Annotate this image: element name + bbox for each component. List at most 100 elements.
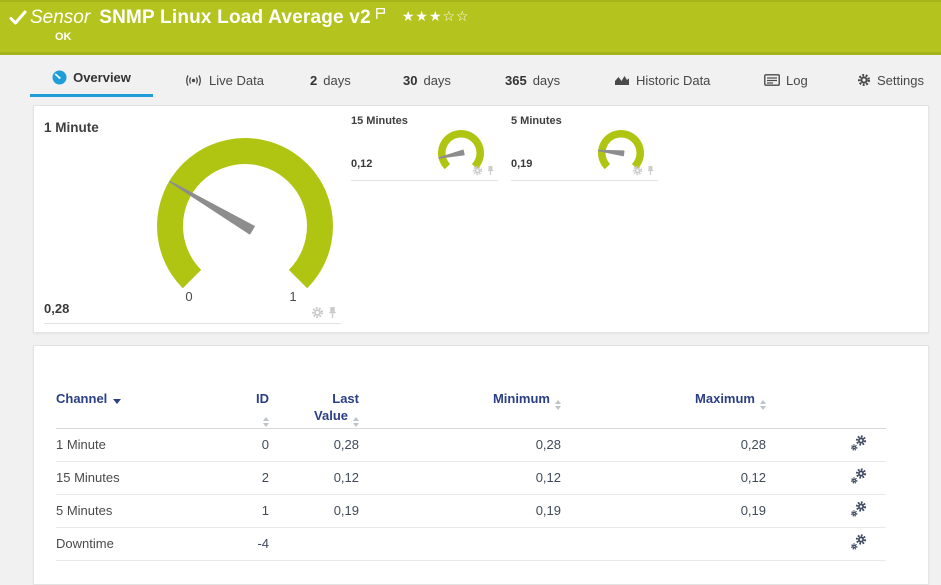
page-title: SNMP Linux Load Average v2 bbox=[99, 7, 371, 28]
tab-label: days bbox=[532, 72, 561, 88]
gauge-value: 0,28 bbox=[44, 301, 70, 316]
column-label: Value bbox=[314, 408, 348, 423]
column-label: Channel bbox=[56, 391, 108, 406]
table-row: 5 Minutes 1 0,19 0,19 0,19 bbox=[56, 494, 886, 528]
pin-icon[interactable] bbox=[486, 165, 495, 176]
table-row: 1 Minute 0 0,28 0,28 0,28 bbox=[56, 428, 886, 462]
gauge-settings-gear-icon[interactable] bbox=[311, 306, 324, 319]
channel-id-cell: 2 bbox=[246, 461, 269, 495]
maximum-cell: 0,12 bbox=[561, 461, 766, 495]
stars-filled: ★★★ bbox=[401, 8, 443, 24]
gauge-title: 5 Minutes bbox=[511, 115, 562, 127]
channel-id-cell: 1 bbox=[246, 494, 269, 528]
column-header-minimum[interactable]: Minimum bbox=[359, 384, 561, 429]
status-badge: OK bbox=[55, 31, 72, 43]
tab-label: Settings bbox=[877, 72, 924, 88]
column-header-maximum[interactable]: Maximum bbox=[561, 384, 766, 429]
tab-label: Log bbox=[786, 72, 808, 88]
table-row: 15 Minutes 2 0,12 0,12 0,12 bbox=[56, 461, 886, 495]
last-value-cell bbox=[269, 527, 359, 561]
minimum-cell: 0,28 bbox=[359, 428, 561, 462]
minimum-cell: 0,19 bbox=[359, 494, 561, 528]
live-data-icon bbox=[186, 74, 201, 86]
last-value-cell: 0,19 bbox=[269, 494, 359, 528]
sort-icon bbox=[353, 417, 359, 427]
gauge-widget-1-minute: 1 Minute 0 1 0,28 bbox=[44, 116, 341, 324]
gauge-title: 15 Minutes bbox=[351, 115, 408, 127]
gauge-widget-5-minutes: 5 Minutes 0,19 bbox=[511, 115, 658, 181]
sort-icon bbox=[263, 417, 269, 427]
tab-overview[interactable]: Overview bbox=[30, 61, 153, 97]
priority-stars[interactable]: ★★★☆☆ bbox=[402, 6, 470, 26]
gauge-value: 0,19 bbox=[511, 158, 533, 170]
sort-icon bbox=[760, 400, 766, 410]
channel-settings-gears-icon[interactable] bbox=[850, 467, 868, 485]
channel-name-cell: 1 Minute bbox=[56, 428, 246, 462]
table-row: Downtime -4 bbox=[56, 527, 886, 561]
channel-settings-gears-icon[interactable] bbox=[850, 500, 868, 518]
channel-name-cell: 15 Minutes bbox=[56, 461, 246, 495]
tab-label: Historic Data bbox=[636, 72, 711, 88]
last-value-cell: 0,28 bbox=[269, 428, 359, 462]
tab-bar: Overview Live Data 2 days 30 days 365 da… bbox=[0, 61, 941, 97]
tab-number: 2 bbox=[310, 72, 318, 88]
channel-name-cell: Downtime bbox=[56, 527, 246, 561]
maximum-cell bbox=[561, 527, 766, 561]
gauge-title: 1 Minute bbox=[44, 120, 99, 135]
tab-label: days bbox=[323, 72, 351, 88]
historic-data-icon bbox=[615, 76, 629, 85]
tab-live-data[interactable]: Live Data bbox=[176, 61, 272, 97]
gauge-icon bbox=[52, 70, 67, 85]
gauge-min-label: 0 bbox=[185, 289, 193, 304]
gauge-widget-15-minutes: 15 Minutes 0,12 bbox=[351, 115, 498, 181]
minimum-cell: 0,12 bbox=[359, 461, 561, 495]
flag-icon[interactable] bbox=[375, 7, 386, 20]
tab-number: 365 bbox=[505, 72, 527, 88]
gauge-settings-gear-icon[interactable] bbox=[472, 165, 483, 176]
table-header-row: Channel ID Last Value Minimum Maximum bbox=[56, 384, 886, 429]
column-label: Minimum bbox=[492, 391, 550, 406]
sort-icon bbox=[555, 400, 561, 410]
channel-settings-gears-icon[interactable] bbox=[850, 533, 868, 551]
column-header-last-value[interactable]: Last Value bbox=[269, 384, 359, 429]
gauge-max-label: 1 bbox=[289, 289, 297, 304]
column-label: Last bbox=[332, 391, 359, 406]
column-header-actions bbox=[766, 384, 886, 429]
gauges-panel: 1 Minute 0 1 0,28 15 Minutes 0,12 5 Minu… bbox=[33, 105, 929, 333]
column-header-channel[interactable]: Channel bbox=[56, 384, 246, 429]
stars-empty: ☆☆ bbox=[442, 8, 470, 24]
tab-label: days bbox=[423, 72, 451, 88]
gauge-value: 0,12 bbox=[351, 158, 373, 170]
tab-365-days[interactable]: 365 days bbox=[497, 61, 568, 97]
tab-historic-data[interactable]: Historic Data bbox=[606, 61, 718, 97]
last-value-cell: 0,12 bbox=[269, 461, 359, 495]
tab-2-days[interactable]: 2 days bbox=[302, 61, 359, 97]
gear-icon bbox=[857, 73, 871, 87]
pin-icon[interactable] bbox=[646, 165, 655, 176]
channel-name-cell: 5 Minutes bbox=[56, 494, 246, 528]
sensor-status-bar: Sensor SNMP Linux Load Average v2 ★★★☆☆ … bbox=[0, 0, 941, 55]
channels-panel: Channel ID Last Value Minimum Maximum 1 … bbox=[33, 345, 929, 585]
sensor-type-label: Sensor bbox=[30, 7, 91, 28]
ok-check-icon bbox=[9, 10, 27, 25]
tab-30-days[interactable]: 30 days bbox=[395, 61, 459, 97]
minimum-cell bbox=[359, 527, 561, 561]
channel-id-cell: -4 bbox=[246, 527, 269, 561]
tab-log[interactable]: Log bbox=[756, 61, 816, 97]
tab-number: 30 bbox=[403, 72, 418, 88]
maximum-cell: 0,28 bbox=[561, 428, 766, 462]
channels-table: Channel ID Last Value Minimum Maximum 1 … bbox=[56, 384, 886, 561]
channel-settings-gears-icon[interactable] bbox=[850, 434, 868, 452]
gauge-settings-gear-icon[interactable] bbox=[632, 165, 643, 176]
sort-desc-icon bbox=[113, 399, 122, 404]
tab-settings[interactable]: Settings bbox=[849, 61, 932, 97]
maximum-cell: 0,19 bbox=[561, 494, 766, 528]
column-label: ID bbox=[256, 391, 269, 406]
column-label: Maximum bbox=[695, 391, 755, 406]
log-icon bbox=[764, 74, 780, 86]
tab-label: Live Data bbox=[209, 72, 264, 88]
tab-label: Overview bbox=[73, 70, 131, 85]
column-header-id[interactable]: ID bbox=[246, 384, 269, 429]
channel-id-cell: 0 bbox=[246, 428, 269, 462]
pin-icon[interactable] bbox=[327, 306, 338, 319]
